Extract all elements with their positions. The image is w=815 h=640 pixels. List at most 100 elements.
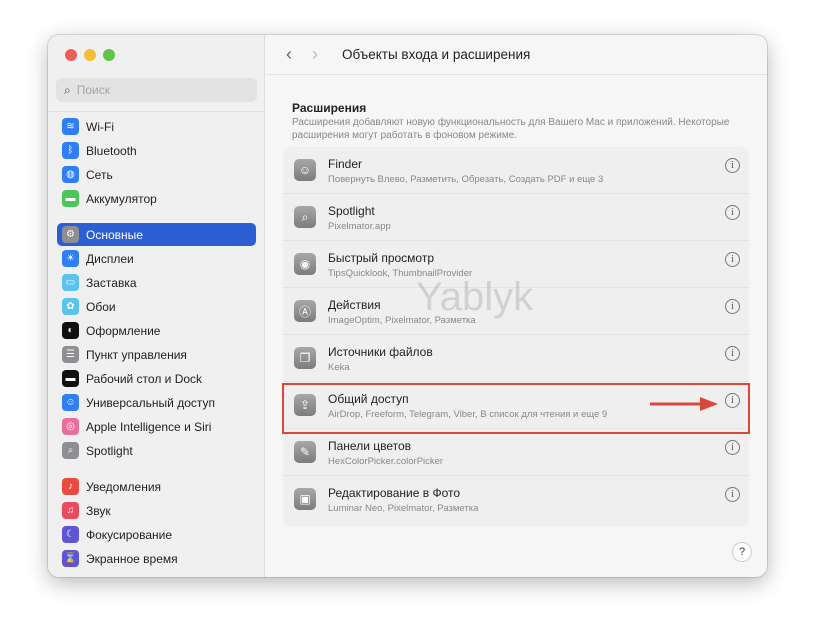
sidebar-item[interactable]: ☺ Универсальный доступ xyxy=(57,391,256,414)
sidebar-item-label: Рабочий стол и Dock xyxy=(86,371,203,386)
sidebar-item[interactable]: ▭ Заставка xyxy=(57,271,256,294)
main-pane: ‹ › Объекты входа и расширения Расширени… xyxy=(266,35,767,577)
extension-name: Finder xyxy=(328,157,363,171)
extensions-list: ☺ Finder Повернуть Влево, Разметить, Обр… xyxy=(283,147,749,526)
sidebar-item[interactable]: ♫ Звук xyxy=(57,499,256,522)
section-title: Расширения xyxy=(292,101,367,115)
sidebar-item[interactable]: ≋ Wi-Fi xyxy=(57,115,256,138)
forward-button[interactable]: › xyxy=(302,44,328,65)
speaker-icon: ♫ xyxy=(62,502,79,519)
control-center-icon: ☰ xyxy=(62,346,79,363)
accessibility-icon: ☺ xyxy=(62,394,79,411)
sidebar-item[interactable]: ☰ Пункт управления xyxy=(57,343,256,366)
bluetooth-icon: ᛒ xyxy=(62,142,79,159)
globe-icon: ◍ xyxy=(62,166,79,183)
extension-details: Pixelmator.app xyxy=(328,221,391,232)
sidebar-item-label: Основные xyxy=(86,227,143,242)
extension-name: Spotlight xyxy=(328,204,375,218)
sidebar-item-label: Bluetooth xyxy=(86,143,137,158)
watermark: Yablyk xyxy=(416,275,534,319)
document-icon: ❐ xyxy=(294,347,316,369)
sidebar-item[interactable]: ✿ Обои xyxy=(57,295,256,318)
sidebar-item[interactable]: ᛒ Bluetooth xyxy=(57,139,256,162)
divider xyxy=(48,111,265,112)
sidebar-item[interactable]: ⌕ Spotlight xyxy=(57,439,256,462)
moon-icon: ☾ xyxy=(62,526,79,543)
search-placeholder: Поиск xyxy=(76,83,110,97)
help-button[interactable]: ? xyxy=(732,542,752,562)
sidebar-item-label: Дисплеи xyxy=(86,251,134,266)
dock-icon: ▬ xyxy=(62,370,79,387)
sidebar-item[interactable]: ◐ Оформление xyxy=(57,319,256,342)
zoom-button[interactable] xyxy=(103,49,115,61)
extension-row[interactable]: ▣ Редактирование в Фото Luminar Neo, Pix… xyxy=(283,476,749,523)
extension-name: Панели цветов xyxy=(328,439,412,453)
bell-icon: ♪ xyxy=(62,478,79,495)
sidebar-item-label: Заставка xyxy=(86,275,137,290)
close-button[interactable] xyxy=(65,49,77,61)
eyedropper-icon: ✎ xyxy=(294,441,316,463)
search-icon: ⌕ xyxy=(62,442,79,459)
section-description: Расширения добавляют новую функционально… xyxy=(292,117,730,141)
sidebar-item-label: Сеть xyxy=(86,167,113,182)
sidebar-item[interactable]: ☀ Дисплеи xyxy=(57,247,256,270)
extension-details: Keka xyxy=(328,362,350,373)
sidebar-item[interactable]: ▬ Рабочий стол и Dock xyxy=(57,367,256,390)
finder-icon: ☺ xyxy=(294,159,316,181)
extension-details: HexColorPicker.colorPicker xyxy=(328,456,444,467)
info-icon[interactable]: i xyxy=(725,299,740,314)
info-icon[interactable]: i xyxy=(725,158,740,173)
back-button[interactable]: ‹ xyxy=(276,44,302,65)
sidebar-item-label: Универсальный доступ xyxy=(86,395,216,410)
sidebar-item-label: Уведомления xyxy=(86,479,162,494)
screensaver-icon: ▭ xyxy=(62,274,79,291)
sidebar-item[interactable]: ◎ Apple Intelligence и Siri xyxy=(57,415,256,438)
sidebar-item-label: Wi-Fi xyxy=(86,119,114,134)
sidebar-item-label: Звук xyxy=(86,503,111,518)
page-title: Объекты входа и расширения xyxy=(342,47,531,62)
gear-icon: ⚙ xyxy=(62,226,79,243)
sun-icon: ☀ xyxy=(62,250,79,267)
extension-name: Быстрый просмотр xyxy=(328,251,435,265)
flower-icon: ✿ xyxy=(62,298,79,315)
sidebar-item[interactable]: ☾ Фокусирование xyxy=(57,523,256,546)
settings-window: ⌕ Поиск ≋ Wi-Fi ᛒ Bluetooth ◍ Сеть ▬ Аккумулято… xyxy=(48,35,767,577)
minimize-button[interactable] xyxy=(84,49,96,61)
extension-row[interactable]: ☺ Finder Повернуть Влево, Разметить, Обр… xyxy=(283,147,749,194)
extension-row[interactable]: ✎ Панели цветов HexColorPicker.colorPick… xyxy=(283,429,749,476)
search-icon: ⌕ xyxy=(294,206,316,228)
extension-details: Luminar Neo, Pixelmator, Разметка xyxy=(328,503,479,514)
extension-name: Источники файлов xyxy=(328,345,433,359)
extension-row[interactable]: ❐ Источники файлов Keka i xyxy=(283,335,749,382)
search-icon: ⌕ xyxy=(64,82,71,97)
sidebar-item[interactable]: ▬ Аккумулятор xyxy=(57,187,256,210)
photo-icon: ▣ xyxy=(294,488,316,510)
info-icon[interactable]: i xyxy=(725,346,740,361)
sidebar-item[interactable]: ◍ Сеть xyxy=(57,163,256,186)
sidebar-item-label: Экранное время xyxy=(86,551,178,566)
info-icon[interactable]: i xyxy=(725,252,740,267)
sidebar-item-label: Spotlight xyxy=(86,443,133,458)
extension-row[interactable]: ⌕ Spotlight Pixelmator.app i xyxy=(283,194,749,241)
siri-icon: ◎ xyxy=(62,418,79,435)
sidebar-item[interactable]: ♪ Уведомления xyxy=(57,475,256,498)
sidebar: ⌕ Поиск ≋ Wi-Fi ᛒ Bluetooth ◍ Сеть ▬ Аккумулято… xyxy=(48,35,265,577)
info-icon[interactable]: i xyxy=(725,487,740,502)
extension-details: Повернуть Влево, Разметить, Обрезать, Со… xyxy=(328,174,604,185)
extension-name: Редактирование в Фото xyxy=(328,486,461,500)
sidebar-item-label: Apple Intelligence и Siri xyxy=(86,419,212,434)
info-icon[interactable]: i xyxy=(725,205,740,220)
wifi-icon: ≋ xyxy=(62,118,79,135)
sidebar-item[interactable]: ⚙ Основные xyxy=(57,223,256,246)
info-icon[interactable]: i xyxy=(725,440,740,455)
hourglass-icon: ⌛ xyxy=(62,550,79,567)
sidebar-item-label: Аккумулятор xyxy=(86,191,157,206)
sidebar-item-label: Фокусирование xyxy=(86,527,173,542)
sidebar-item[interactable]: ⌛ Экранное время xyxy=(57,547,256,570)
window-controls xyxy=(65,49,115,61)
actions-icon: Ⓐ xyxy=(294,300,316,322)
toolbar: ‹ › Объекты входа и расширения xyxy=(266,35,767,75)
battery-icon: ▬ xyxy=(62,190,79,207)
search-input[interactable]: ⌕ Поиск xyxy=(56,78,257,102)
arrow-icon xyxy=(650,397,718,411)
